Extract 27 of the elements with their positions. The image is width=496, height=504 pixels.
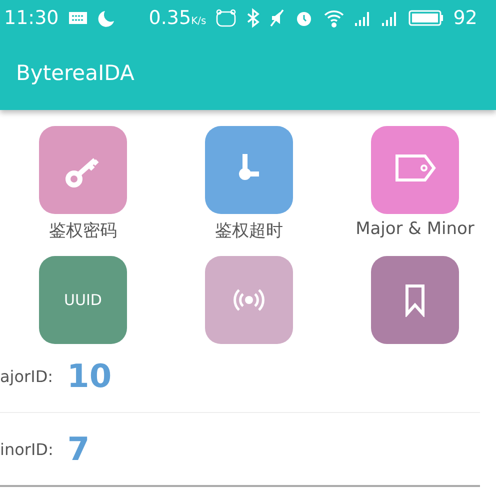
tile-button[interactable] [205,126,293,214]
uuid-text: UUID [64,291,102,309]
bookmark-icon [404,283,426,317]
tile-button[interactable]: UUID [39,256,127,344]
keyboard-icon [68,11,88,25]
wifi-icon [323,8,346,28]
tile-button[interactable] [371,256,459,344]
moon-icon [96,8,117,28]
bear-icon [215,8,238,28]
tile-button[interactable] [205,256,293,344]
broadcast-icon [233,288,265,312]
battery-icon [408,9,444,27]
tile-label: 鉴权密码 [49,220,117,242]
field-value: 7 [67,430,90,468]
battery-level: 92 [453,7,478,29]
tile-button[interactable] [371,126,459,214]
tile-label: 鉴权超时 [215,220,283,242]
tile-label: Major & Minor [356,219,474,239]
field-value: 10 [67,357,112,395]
bluetooth-icon [246,8,260,28]
mute-icon [269,8,286,28]
clock-time: 11:30 [4,7,59,29]
tile-button[interactable] [39,126,127,214]
network-speed: 0.35 K/s [148,7,206,29]
app-title: BytereaIDA [16,61,134,85]
field-label: ajorID: [0,366,54,386]
field-label: inorID: [0,440,54,458]
